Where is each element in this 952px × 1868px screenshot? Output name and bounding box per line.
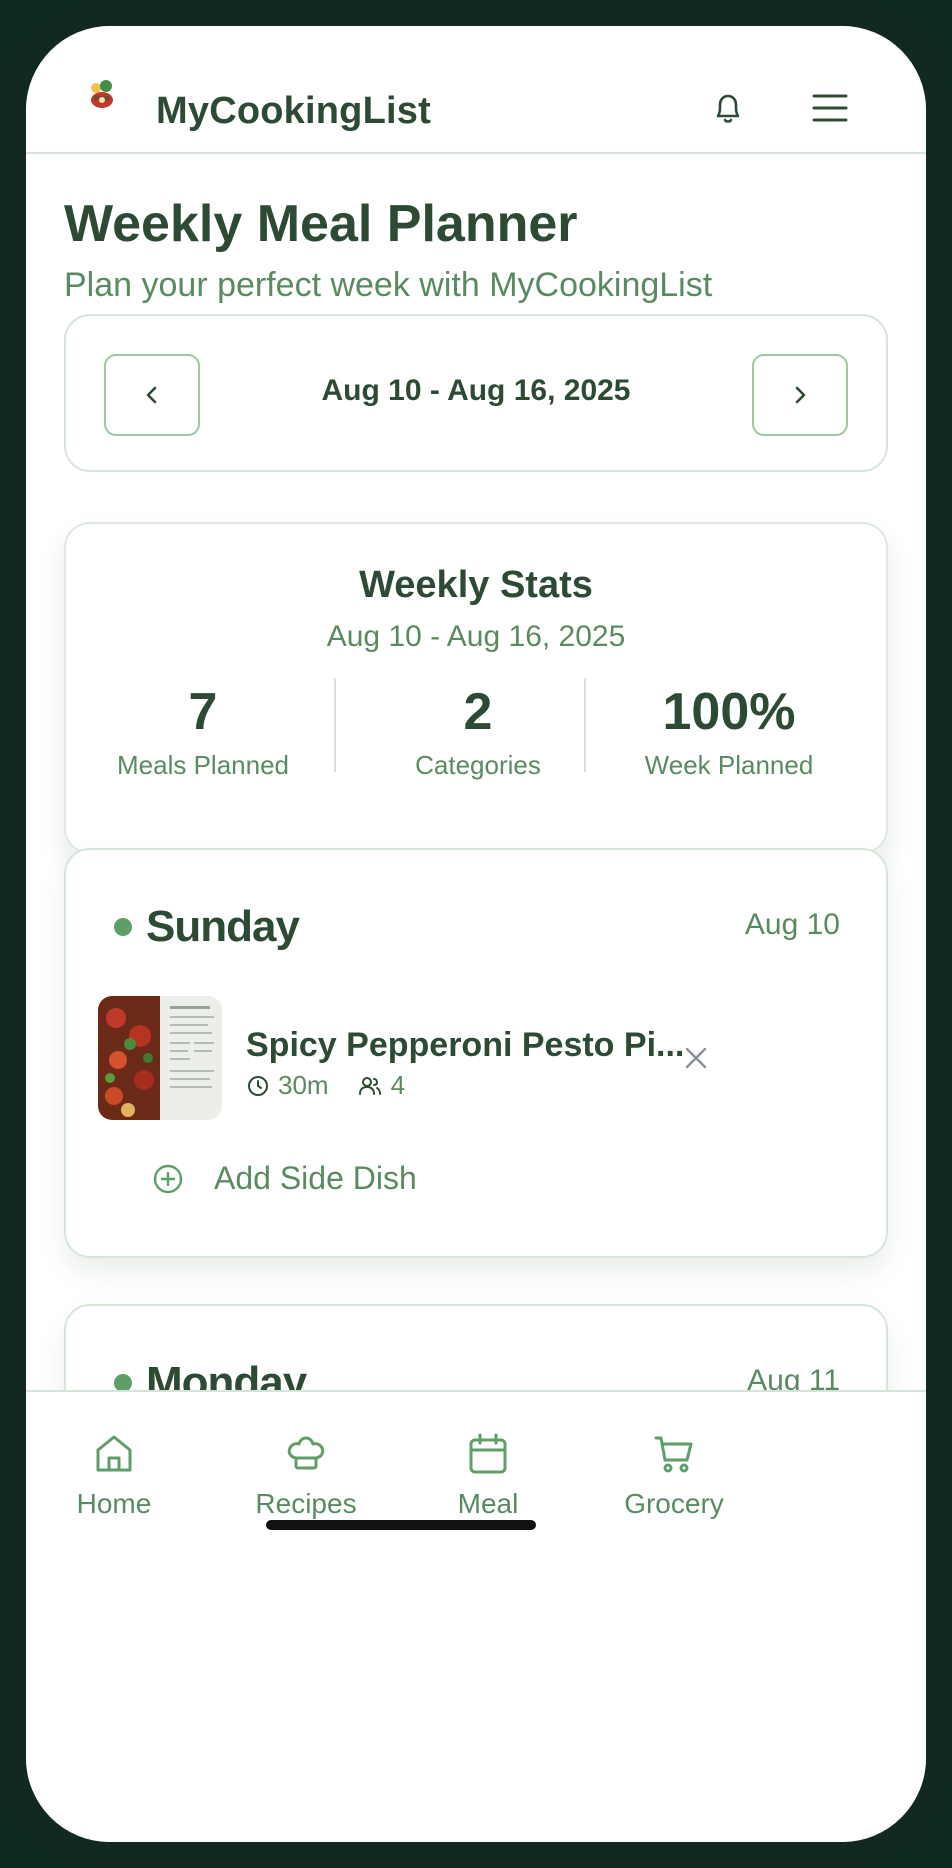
day-name: Sunday [146, 902, 300, 951]
stat-label: Meals Planned [117, 750, 289, 780]
weekly-stats-card: Weekly Stats Aug 10 - Aug 16, 2025 7 Mea… [64, 522, 888, 854]
stat-value: 2 [463, 683, 493, 741]
plus-circle-icon [153, 1164, 183, 1193]
bell-icon[interactable] [706, 86, 750, 130]
page-title: Weekly Meal Planner [64, 195, 578, 253]
home-icon [96, 1435, 132, 1472]
stat-label: Categories [415, 750, 541, 780]
add-side-dish-label: Add Side Dish [214, 1160, 417, 1196]
clock-icon [248, 1075, 268, 1096]
stat-meals-planned: 7 Meals Planned [78, 682, 328, 781]
nav-item-meal[interactable]: Meal [398, 1430, 578, 1520]
meal-name[interactable]: Spicy Pepperoni Pesto Pi... [246, 1026, 684, 1065]
calendar-icon [469, 1433, 507, 1474]
users-icon [358, 1076, 381, 1095]
remove-meal-button[interactable] [684, 1046, 708, 1070]
week-navigator: Aug 10 - Aug 16, 2025 [64, 314, 888, 472]
nav-label: Meal [457, 1488, 519, 1519]
stat-value: 100% [662, 683, 796, 741]
chef-logo-icon[interactable] [82, 74, 122, 114]
meal-meta: 30m 4 [246, 1070, 433, 1101]
servings: 4 [357, 1070, 405, 1101]
phone-frame: MyCookingList Weekly Meal Planner Plan y… [0, 0, 952, 1868]
add-side-dish-button[interactable]: Add Side Dish [152, 1160, 417, 1197]
nav-item-recipes[interactable]: Recipes [216, 1430, 396, 1520]
stat-divider [334, 678, 336, 772]
nav-item-home[interactable]: Home [26, 1430, 204, 1520]
cart-icon [654, 1436, 693, 1473]
hamburger-menu-icon[interactable] [810, 88, 850, 128]
app-header: MyCookingList [26, 26, 926, 154]
cook-time: 30m [246, 1070, 329, 1101]
stat-divider [584, 678, 586, 772]
nav-label: Home [76, 1488, 152, 1519]
next-week-button[interactable] [752, 354, 848, 436]
day-indicator-dot [114, 918, 132, 936]
nav-label: Recipes [255, 1488, 357, 1519]
chevron-right-icon [795, 386, 806, 404]
bottom-navigation: Home Recipes Meal Grocery [26, 1390, 926, 1842]
chef-hat-icon [287, 1436, 325, 1470]
page-subtitle: Plan your perfect week with MyCookingLis… [64, 266, 713, 304]
servings-value: 4 [390, 1070, 406, 1100]
nav-label: Grocery [624, 1488, 724, 1519]
nav-item-grocery[interactable]: Grocery [584, 1430, 764, 1520]
stats-title: Weekly Stats [359, 564, 593, 606]
app-title: MyCookingList [156, 90, 431, 132]
day-card-sunday: Sunday Aug 10 Spicy Pepperoni Pesto Pi..… [64, 848, 888, 1258]
stat-categories: 2 Categories [353, 682, 603, 781]
stat-week-planned: 100% Week Planned [604, 682, 854, 781]
cook-time-value: 30m [278, 1070, 329, 1100]
stats-range: Aug 10 - Aug 16, 2025 [326, 620, 626, 653]
app-screen: MyCookingList Weekly Meal Planner Plan y… [26, 26, 926, 1842]
home-indicator[interactable] [266, 1520, 536, 1530]
meal-thumbnail[interactable] [98, 996, 222, 1120]
stat-label: Week Planned [644, 750, 814, 780]
day-date: Aug 10 [744, 908, 840, 941]
stat-value: 7 [188, 683, 218, 741]
